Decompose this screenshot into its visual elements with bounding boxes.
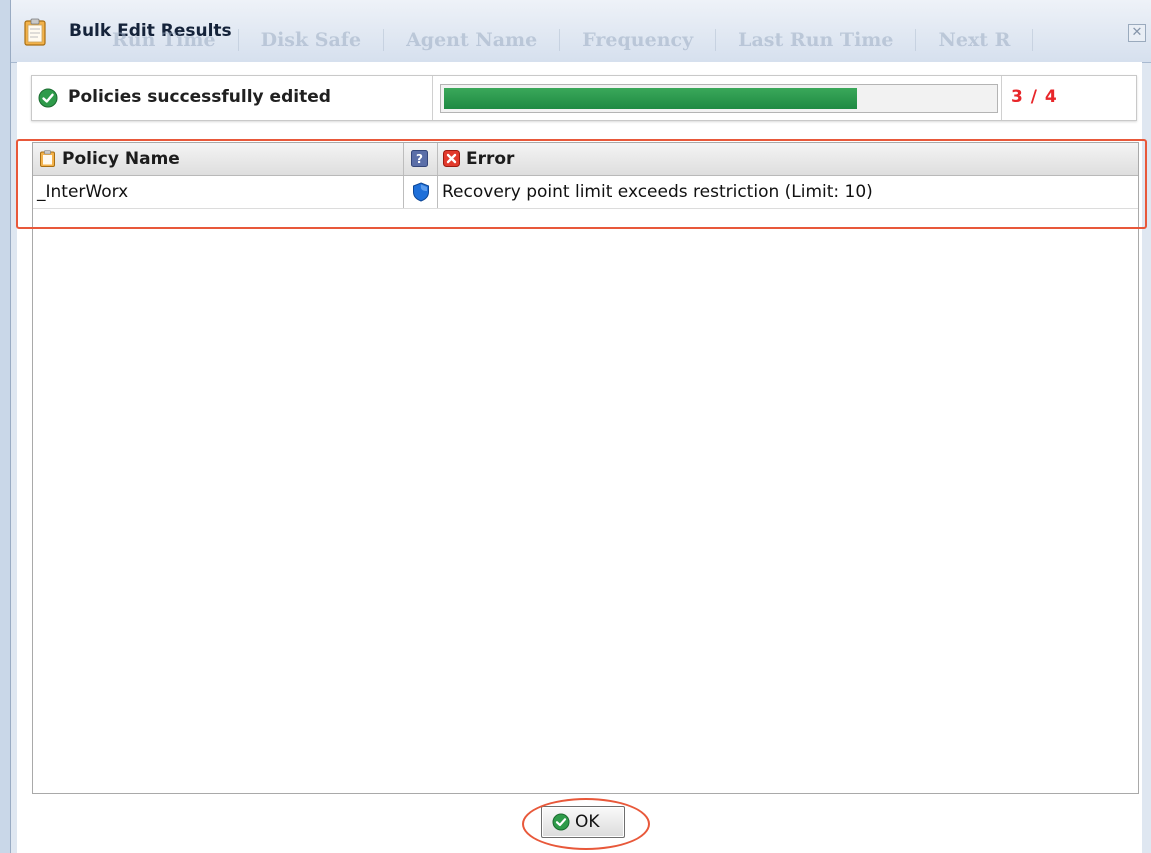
column-header-error[interactable]: Error: [438, 143, 1138, 175]
grid-header: Policy Name ? Error: [33, 143, 1138, 176]
ok-button[interactable]: OK: [541, 806, 625, 838]
error-message-value: Recovery point limit exceeds restriction…: [442, 182, 873, 202]
progress-panel: Policies successfully edited 3 / 4: [31, 75, 1137, 121]
cell-policy-name: _InterWorx: [33, 176, 404, 208]
column-header-help[interactable]: ?: [404, 143, 438, 175]
progress-bar-fill: [444, 88, 857, 109]
policy-name-value: _InterWorx: [37, 182, 129, 202]
bulk-edit-results-dialog: Bulk Edit Results ✕ Policies successfull…: [10, 0, 1151, 853]
dialog-body: Policies successfully edited 3 / 4 Polic…: [17, 62, 1142, 853]
clipboard-icon: [40, 150, 55, 167]
close-button[interactable]: ✕: [1128, 24, 1146, 42]
clipboard-icon: [24, 18, 46, 46]
table-row[interactable]: _InterWorx Recovery point limit exceeds …: [33, 176, 1138, 209]
progress-bar: [440, 84, 998, 113]
svg-text:?: ?: [416, 152, 423, 166]
progress-counter: 3 / 4: [1011, 87, 1058, 107]
check-circle-icon: [38, 88, 58, 108]
cell-policy-type: [404, 176, 438, 208]
help-icon: ?: [411, 150, 428, 167]
ok-button-label: OK: [575, 812, 600, 832]
shield-icon: [413, 182, 429, 202]
error-icon: [443, 150, 460, 167]
column-label-policy-name: Policy Name: [62, 149, 180, 169]
status-cell: Policies successfully edited: [32, 76, 433, 120]
check-circle-icon: [552, 813, 570, 831]
status-message: Policies successfully edited: [68, 87, 331, 107]
dialog-title: Bulk Edit Results: [69, 21, 232, 41]
column-header-policy-name[interactable]: Policy Name: [33, 143, 404, 175]
cell-error: Recovery point limit exceeds restriction…: [438, 176, 1138, 208]
column-label-error: Error: [466, 149, 515, 169]
divider: [1001, 76, 1002, 120]
results-grid: Policy Name ? Error _InterWorx Recovery …: [32, 142, 1139, 794]
dialog-titlebar[interactable]: Bulk Edit Results ✕: [11, 0, 1151, 63]
